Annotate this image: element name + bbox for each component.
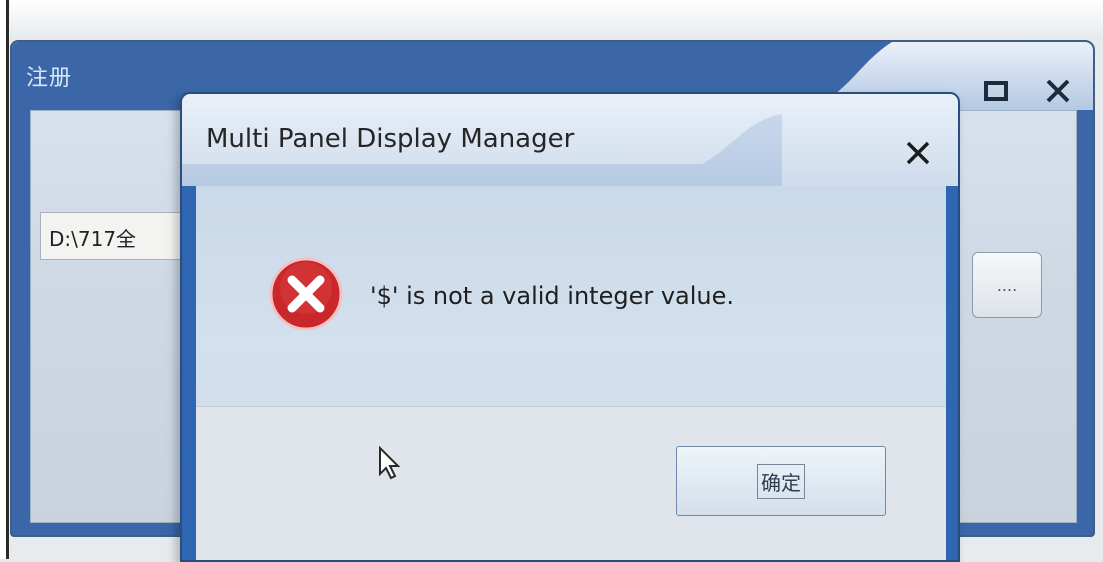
- dialog-titlebar[interactable]: Multi Panel Display Manager: [182, 94, 958, 186]
- dialog-title: Multi Panel Display Manager: [206, 124, 575, 154]
- close-icon: [1046, 79, 1070, 103]
- error-message: '$' is not a valid integer value.: [370, 282, 735, 310]
- parent-window-title: 注册: [26, 66, 73, 91]
- ok-button-label: 确定: [757, 463, 805, 499]
- maximize-icon: [984, 81, 1008, 101]
- browse-button[interactable]: ....: [972, 252, 1042, 318]
- path-field[interactable]: D:\717全: [40, 212, 200, 260]
- page-edge: [0, 0, 10, 559]
- error-icon: [269, 257, 343, 331]
- background-top: [10, 0, 1103, 40]
- mouse-pointer-icon: [379, 446, 401, 480]
- maximize-button[interactable]: [974, 74, 1018, 108]
- close-icon: [906, 141, 930, 165]
- ok-button[interactable]: 确定: [676, 446, 886, 516]
- error-dialog: Multi Panel Display Manager '$' is not a…: [180, 92, 960, 562]
- close-button[interactable]: [1036, 74, 1080, 108]
- dialog-close-button[interactable]: [894, 132, 942, 174]
